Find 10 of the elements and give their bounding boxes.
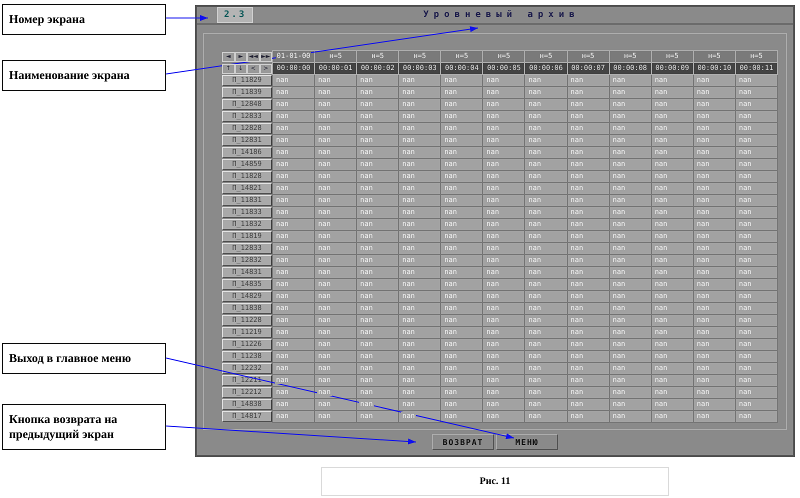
callout-arrow [166,15,208,21]
screen-button[interactable]: МЕНЮ [496,434,558,450]
screen-number: 2.3 [217,7,254,23]
callout-label: Кнопка возврата на предыдущий экран [2,404,166,450]
screen-button[interactable]: ВОЗВРАТ [432,434,494,450]
screen-title: Уровневый архив [423,10,580,20]
callout-label: Выход в главное меню [2,343,166,374]
figure-caption: Рис. 11 [321,467,669,496]
callout-label: Номер экрана [2,4,166,35]
callout-label: Наименование экрана [2,60,166,91]
